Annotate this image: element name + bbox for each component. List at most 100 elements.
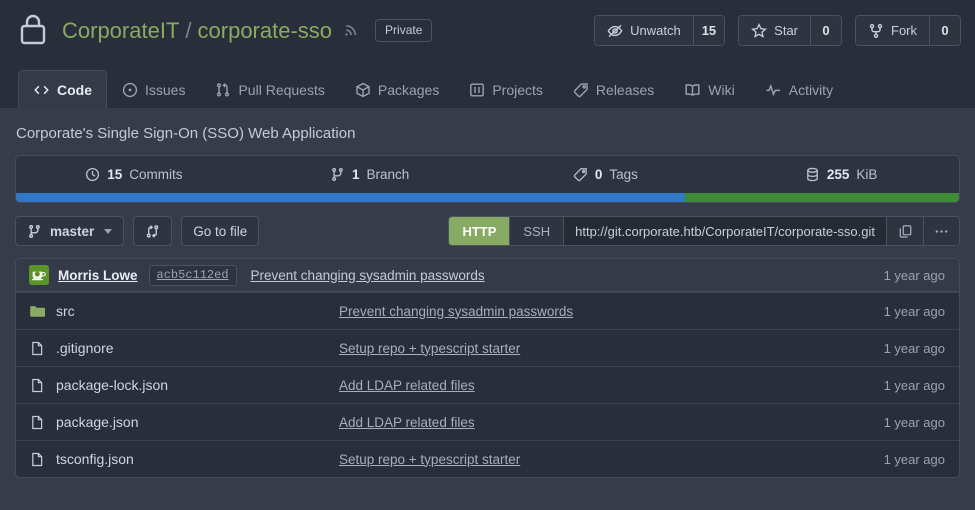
clone-url-input[interactable]: http://git.corporate.htb/CorporateIT/cor… [564,217,887,245]
compare-branches-button[interactable] [133,216,172,246]
repository-name-link[interactable]: corporate-sso [198,18,333,44]
tab-wiki[interactable]: Wiki [669,70,749,108]
chevron-down-icon [104,229,112,234]
star-count[interactable]: 0 [810,16,841,45]
branch-selector-button[interactable]: master [15,216,124,246]
file-icon [29,341,46,356]
branch-icon [27,224,42,239]
file-name-label: package-lock.json [56,377,168,393]
stat-branches[interactable]: 1 Branch [252,167,488,182]
file-commit-message[interactable]: Prevent changing sysadmin passwords [339,304,573,319]
tab-projects[interactable]: Projects [454,70,558,108]
code-icon [33,82,50,98]
latest-commit-row: Morris Lowe acb5c112ed Prevent changing … [16,259,959,292]
table-row[interactable]: src Prevent changing sysadmin passwords … [16,292,959,329]
file-commit-message[interactable]: Add LDAP related files [339,415,475,430]
file-commit-message[interactable]: Setup repo + typescript starter [339,341,520,356]
star-button[interactable]: Star [739,16,810,45]
issue-circle-icon [122,82,138,98]
visibility-badge: Private [375,19,432,42]
book-icon [684,82,701,98]
pull-request-icon [215,82,231,98]
avatar[interactable] [29,265,49,285]
fork-count[interactable]: 0 [929,16,960,45]
star-label: Star [774,23,798,38]
projects-board-icon [469,82,485,98]
file-name-link[interactable]: src [29,303,339,319]
commit-author-link[interactable]: Morris Lowe [58,268,138,283]
tab-issues-label: Issues [145,82,185,98]
tab-activity[interactable]: Activity [750,70,848,108]
file-icon [29,378,46,393]
table-row[interactable]: tsconfig.json Setup repo + typescript st… [16,440,959,477]
file-name-label: tsconfig.json [56,451,134,467]
file-name-link[interactable]: package-lock.json [29,377,339,393]
repository-content: Corporate's Single Sign-On (SSO) Web App… [0,108,975,478]
file-commit-message[interactable]: Add LDAP related files [339,378,475,393]
file-age: 1 year ago [884,304,945,319]
repository-owner-link[interactable]: CorporateIT [62,18,179,44]
tab-issues[interactable]: Issues [107,70,200,108]
database-icon [805,167,820,182]
branch-selector-label: master [50,224,94,239]
tab-releases[interactable]: Releases [558,70,669,108]
tab-wiki-label: Wiki [708,82,734,98]
breadcrumb-separator: / [185,18,191,44]
branch-icon [330,167,345,182]
tab-pull-requests[interactable]: Pull Requests [200,70,339,108]
lock-icon [18,12,48,49]
file-name-link[interactable]: package.json [29,414,339,430]
fork-icon [868,23,884,39]
clone-more-options-button[interactable] [923,217,959,245]
file-icon [29,415,46,430]
watch-count[interactable]: 15 [693,16,724,45]
tab-activity-label: Activity [789,82,833,98]
stat-repo-size: 255 KiB [723,167,959,182]
clone-protocol-http[interactable]: HTTP [449,217,510,245]
folder-icon [29,304,46,319]
tab-code[interactable]: Code [18,70,107,108]
fork-button[interactable]: Fork [856,16,929,45]
repository-header: CorporateIT / corporate-sso Private Unwa… [0,0,975,61]
stat-commits[interactable]: 15 Commits [16,167,252,182]
file-name-link[interactable]: tsconfig.json [29,451,339,467]
file-name-link[interactable]: .gitignore [29,340,339,356]
repository-actions: Unwatch 15 Star 0 Fo [594,15,961,46]
gitea-teacup-avatar [29,265,49,285]
file-age: 1 year ago [884,452,945,467]
table-row[interactable]: .gitignore Setup repo + typescript start… [16,329,959,366]
repository-nav-tabs: Code Issues Pull Requests Packages [0,61,975,108]
commit-message-link[interactable]: Prevent changing sysadmin passwords [251,268,485,283]
repository-toolbar: master Go to file HTTP SSH http://git.co… [15,203,960,258]
fork-label: Fork [891,23,917,38]
table-row[interactable]: package-lock.json Add LDAP related files… [16,366,959,403]
tab-releases-label: Releases [596,82,654,98]
repository-description: Corporate's Single Sign-On (SSO) Web App… [15,108,960,155]
tab-packages[interactable]: Packages [340,70,454,108]
file-commit-message[interactable]: Setup repo + typescript starter [339,452,520,467]
copy-clone-url-button[interactable] [887,217,923,245]
file-age: 1 year ago [884,378,945,393]
star-button-group[interactable]: Star 0 [738,15,842,46]
go-to-file-button[interactable]: Go to file [181,216,259,246]
file-name-label: package.json [56,414,139,430]
rss-icon[interactable] [343,18,360,44]
repository-breadcrumb: CorporateIT / corporate-sso Private [62,18,432,44]
tab-packages-label: Packages [378,82,439,98]
stat-tags-value: 0 [595,167,603,182]
stat-tags[interactable]: 0 Tags [488,167,724,182]
repository-overview-panel: 15 Commits 1 Branch 0 [15,155,960,203]
unwatch-button[interactable]: Unwatch [595,16,693,45]
commit-sha-link[interactable]: acb5c112ed [149,265,237,286]
fork-button-group[interactable]: Fork 0 [855,15,961,46]
activity-pulse-icon [765,82,782,98]
unwatch-label: Unwatch [630,23,681,38]
clone-protocol-ssh[interactable]: SSH [510,217,564,245]
watch-button-group[interactable]: Unwatch 15 [594,15,725,46]
stat-commits-label: Commits [129,167,182,182]
tab-pull-requests-label: Pull Requests [238,82,324,98]
table-row[interactable]: package.json Add LDAP related files 1 ye… [16,403,959,440]
clock-icon [85,167,100,182]
file-age: 1 year ago [884,415,945,430]
file-icon [29,452,46,467]
